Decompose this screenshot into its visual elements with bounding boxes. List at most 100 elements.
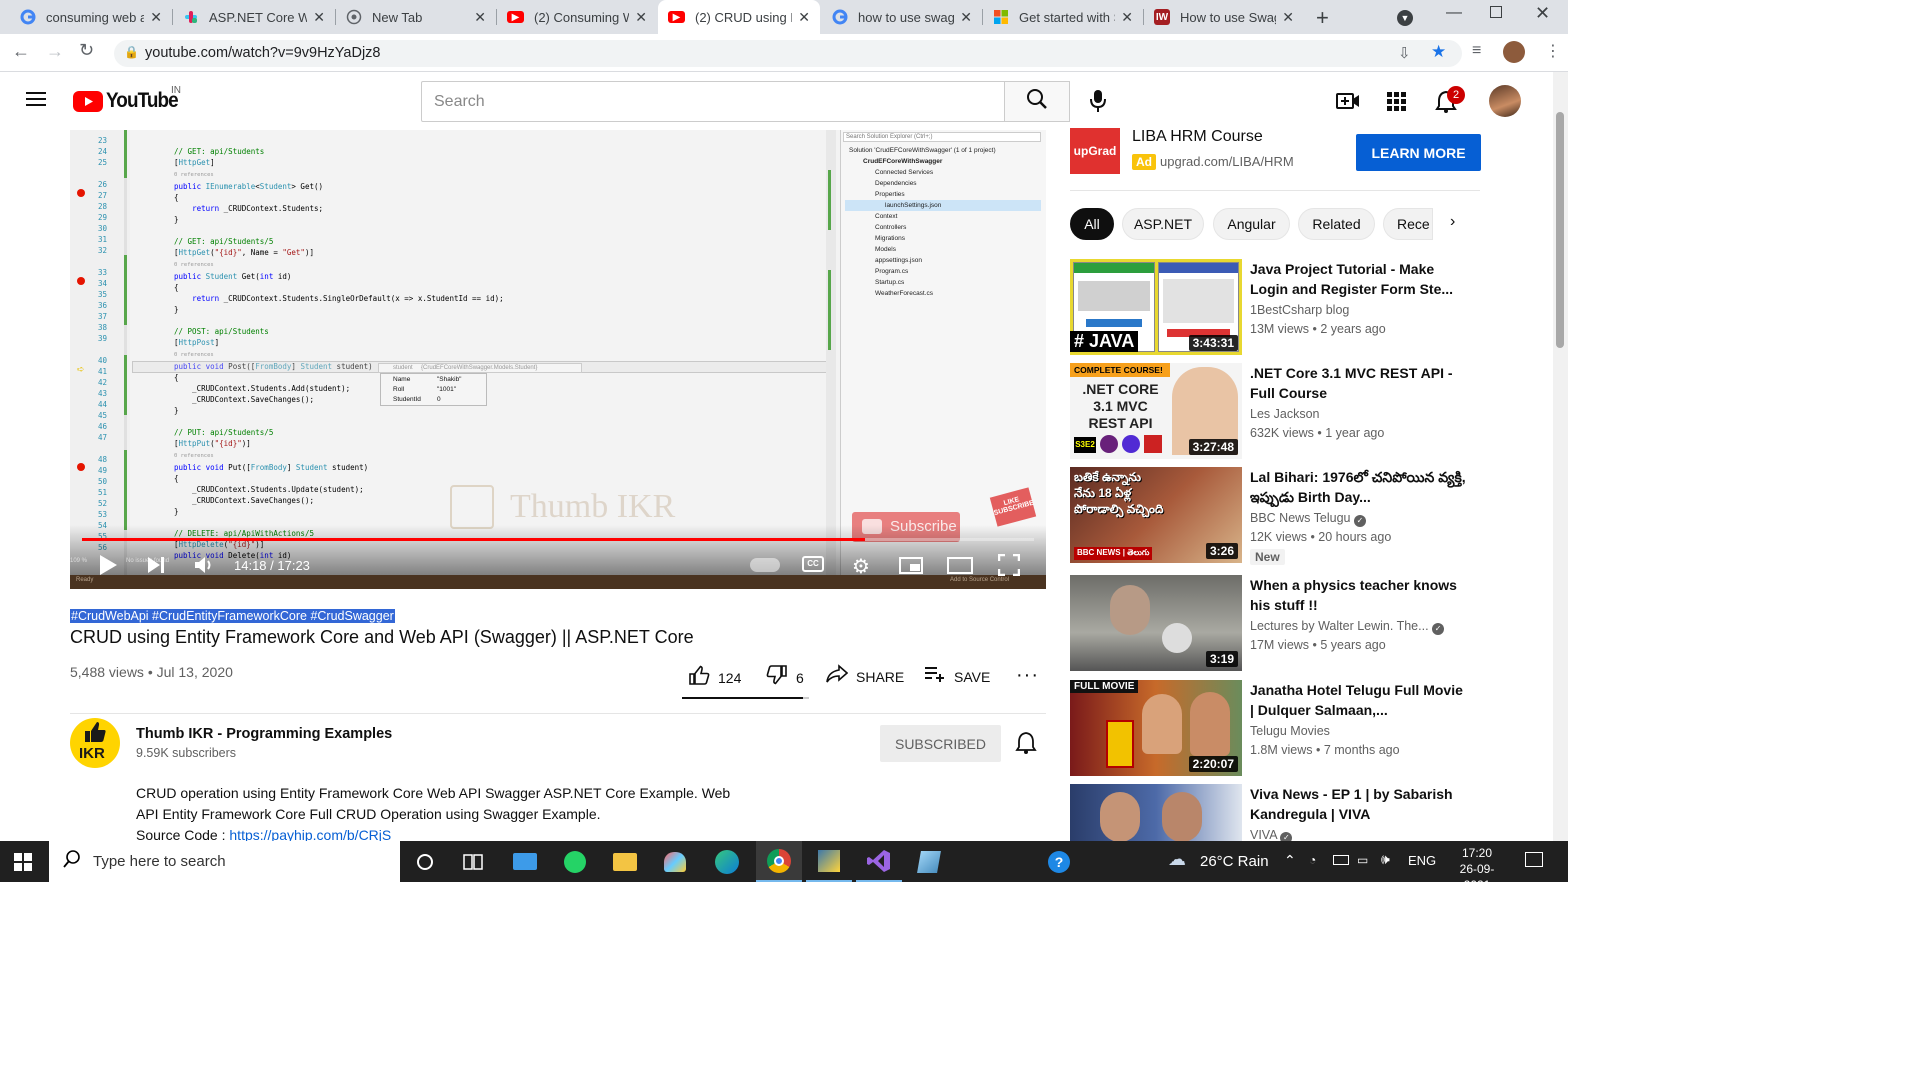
recommendation-item[interactable]: FULL MOVIE 2:20:07 Janatha Hotel Telugu … [1070, 680, 1490, 776]
tree-item[interactable]: Controllers [845, 222, 1041, 233]
chip-angular[interactable]: Angular [1213, 208, 1290, 240]
next-button[interactable] [147, 556, 165, 579]
browser-tab[interactable]: IW How to use Swag ✕ [1144, 0, 1304, 34]
ad-logo[interactable]: upGrad [1070, 128, 1120, 174]
window-close-icon[interactable]: ✕ [1535, 3, 1550, 24]
ad-url[interactable]: upgrad.com/LIBA/HRM [1160, 154, 1294, 169]
task-view-icon[interactable] [450, 841, 496, 882]
breakpoint-icon[interactable] [77, 277, 85, 285]
install-icon[interactable]: ⇩ [1398, 44, 1411, 62]
tree-item[interactable]: Migrations [845, 233, 1041, 244]
dislike-button[interactable]: 6 [766, 664, 804, 691]
avatar[interactable] [1489, 85, 1521, 117]
recommendation-title[interactable]: Lal Bihari: 1976లో చనిపోయిన వ్యక్తి, ఇప్… [1250, 467, 1470, 507]
youtube-logo-text[interactable]: YouTube [106, 89, 179, 113]
python-idle-icon[interactable] [806, 841, 852, 882]
close-icon[interactable]: ✕ [635, 9, 647, 26]
recommendation-channel[interactable]: 1BestCsharp blog [1250, 303, 1349, 317]
close-icon[interactable]: ✕ [1121, 9, 1133, 26]
like-button[interactable]: 124 [688, 664, 741, 691]
chip-aspnet[interactable]: ASP.NET [1122, 208, 1204, 240]
action-center-icon[interactable] [1525, 852, 1543, 867]
chevron-up-icon[interactable]: ⌃ [1284, 852, 1296, 869]
mail-icon[interactable] [502, 841, 548, 882]
tree-item[interactable]: Solution 'CrudEFCoreWithSwagger' (1 of 1… [845, 145, 1041, 156]
recommendation-item[interactable]: బతికే ఉన్నాను నేను 18 ఏళ్ల పోరాడాల్సి వచ… [1070, 467, 1490, 565]
play-button[interactable] [98, 554, 118, 581]
chip-related[interactable]: Related [1298, 208, 1375, 240]
chip-recent[interactable]: Rece [1383, 208, 1433, 240]
create-video-icon[interactable] [1336, 91, 1360, 116]
video-thumbnail[interactable]: FULL MOVIE 2:20:07 [1070, 680, 1242, 776]
video-player[interactable]: ➪ 23 24 25 26 27 28 29 30 31 32 33 34 35… [70, 130, 1046, 589]
miniplayer-icon[interactable] [899, 557, 923, 574]
tree-item[interactable]: Program.cs [845, 266, 1041, 277]
browser-tab[interactable]: ASP.NET Core We ✕ [173, 0, 335, 34]
page-scrollbar[interactable] [1553, 72, 1568, 841]
volume-button[interactable] [194, 555, 216, 580]
recommendation-channel[interactable]: Telugu Movies [1250, 724, 1330, 738]
bookmark-star-icon[interactable]: ★ [1431, 42, 1446, 62]
tab-search-icon[interactable]: ▼ [1397, 10, 1413, 26]
scrollbar-thumb[interactable] [1556, 112, 1564, 348]
tree-item[interactable]: Dependencies [845, 178, 1041, 189]
browser-tab[interactable]: ▶ (2) Consuming W ✕ [497, 0, 657, 34]
close-icon[interactable]: ✕ [1282, 9, 1294, 26]
monitor-icon[interactable]: ▭ [1357, 853, 1368, 867]
reload-icon[interactable]: ↻ [79, 40, 94, 61]
tree-item[interactable]: Models [845, 244, 1041, 255]
debug-tooltip[interactable]: Name "Shakib" Roll "1001" StudentId 0 [380, 373, 487, 406]
fullscreen-icon[interactable] [997, 553, 1021, 581]
tree-item[interactable]: Properties [845, 189, 1041, 200]
video-hashtags[interactable]: #CrudWebApi #CrudEntityFrameworkCore #Cr… [70, 609, 395, 623]
browser-tab[interactable]: Get started with S ✕ [983, 0, 1143, 34]
taskbar-search-box[interactable]: Type here to search [49, 841, 400, 882]
windows-start-icon[interactable] [0, 841, 46, 882]
reading-list-icon[interactable]: ≡ [1472, 42, 1481, 60]
maximize-icon[interactable] [1490, 6, 1502, 18]
channel-bell-icon[interactable] [1015, 731, 1037, 760]
whatsapp-icon[interactable] [552, 841, 598, 882]
back-icon[interactable]: ← [12, 41, 30, 62]
url-text[interactable]: youtube.com/watch?v=9v9HzYaDjz8 [145, 45, 380, 61]
captions-icon[interactable]: CC [802, 556, 824, 572]
video-thumbnail[interactable]: బతికే ఉన్నాను నేను 18 ఏళ్ల పోరాడాల్సి వచ… [1070, 467, 1242, 563]
help-icon[interactable]: ? [1036, 841, 1082, 882]
chrome-icon[interactable] [756, 841, 802, 882]
autoplay-toggle[interactable] [750, 558, 780, 572]
close-icon[interactable]: ✕ [150, 9, 162, 26]
edge-icon[interactable] [704, 841, 750, 882]
recommendation-channel[interactable]: Les Jackson [1250, 407, 1319, 421]
search-button[interactable] [1004, 81, 1070, 122]
settings-gear-icon[interactable]: ⚙ [852, 554, 870, 579]
paint-icon[interactable] [652, 841, 698, 882]
breakpoint-icon[interactable] [77, 189, 85, 197]
profile-avatar[interactable] [1503, 41, 1525, 63]
menu-icon[interactable]: ⋮ [1545, 41, 1561, 61]
recommendation-title[interactable]: Viva News - EP 1 | by Sabarish Kandregul… [1250, 784, 1470, 824]
video-thumbnail[interactable]: COMPLETE COURSE! .NET CORE 3.1 MVC REST … [1070, 363, 1242, 459]
minimize-icon[interactable]: — [1446, 4, 1462, 22]
recommendation-channel[interactable]: BBC News Telugu ✓ [1250, 511, 1366, 527]
recommendation-item[interactable]: 3:19 When a physics teacher knows his st… [1070, 575, 1490, 671]
battery-icon[interactable] [1333, 855, 1349, 865]
recommendation-title[interactable]: Janatha Hotel Telugu Full Movie | Dulque… [1250, 680, 1470, 720]
share-button[interactable]: SHARE [826, 664, 904, 689]
tree-item[interactable]: appsettings.json [845, 255, 1041, 266]
recommendation-channel[interactable]: Lectures by Walter Lewin. The... ✓ [1250, 619, 1445, 635]
video-thumbnail[interactable] [1070, 784, 1242, 841]
tree-item[interactable]: WeatherForecast.cs [845, 288, 1041, 299]
clock[interactable]: 17:20 26-09-2021 [1447, 845, 1507, 893]
theater-mode-icon[interactable] [947, 557, 973, 574]
tree-item[interactable]: Connected Services [845, 167, 1041, 178]
breakpoint-icon[interactable] [77, 463, 85, 471]
forward-icon[interactable]: → [46, 41, 64, 62]
subscribed-button[interactable]: SUBSCRIBED [880, 725, 1001, 762]
weather-rain-icon[interactable]: ☁ [1168, 849, 1186, 870]
progress-bar-track[interactable] [82, 538, 1034, 541]
video-thumbnail[interactable]: # JAVA 3:43:31 [1070, 259, 1242, 355]
close-icon[interactable]: ✕ [798, 9, 810, 26]
channel-name[interactable]: Thumb IKR - Programming Examples [136, 726, 392, 742]
recommendation-title[interactable]: .NET Core 3.1 MVC REST API - Full Course [1250, 363, 1470, 403]
speaker-icon[interactable]: 🕪 [1381, 851, 1390, 868]
